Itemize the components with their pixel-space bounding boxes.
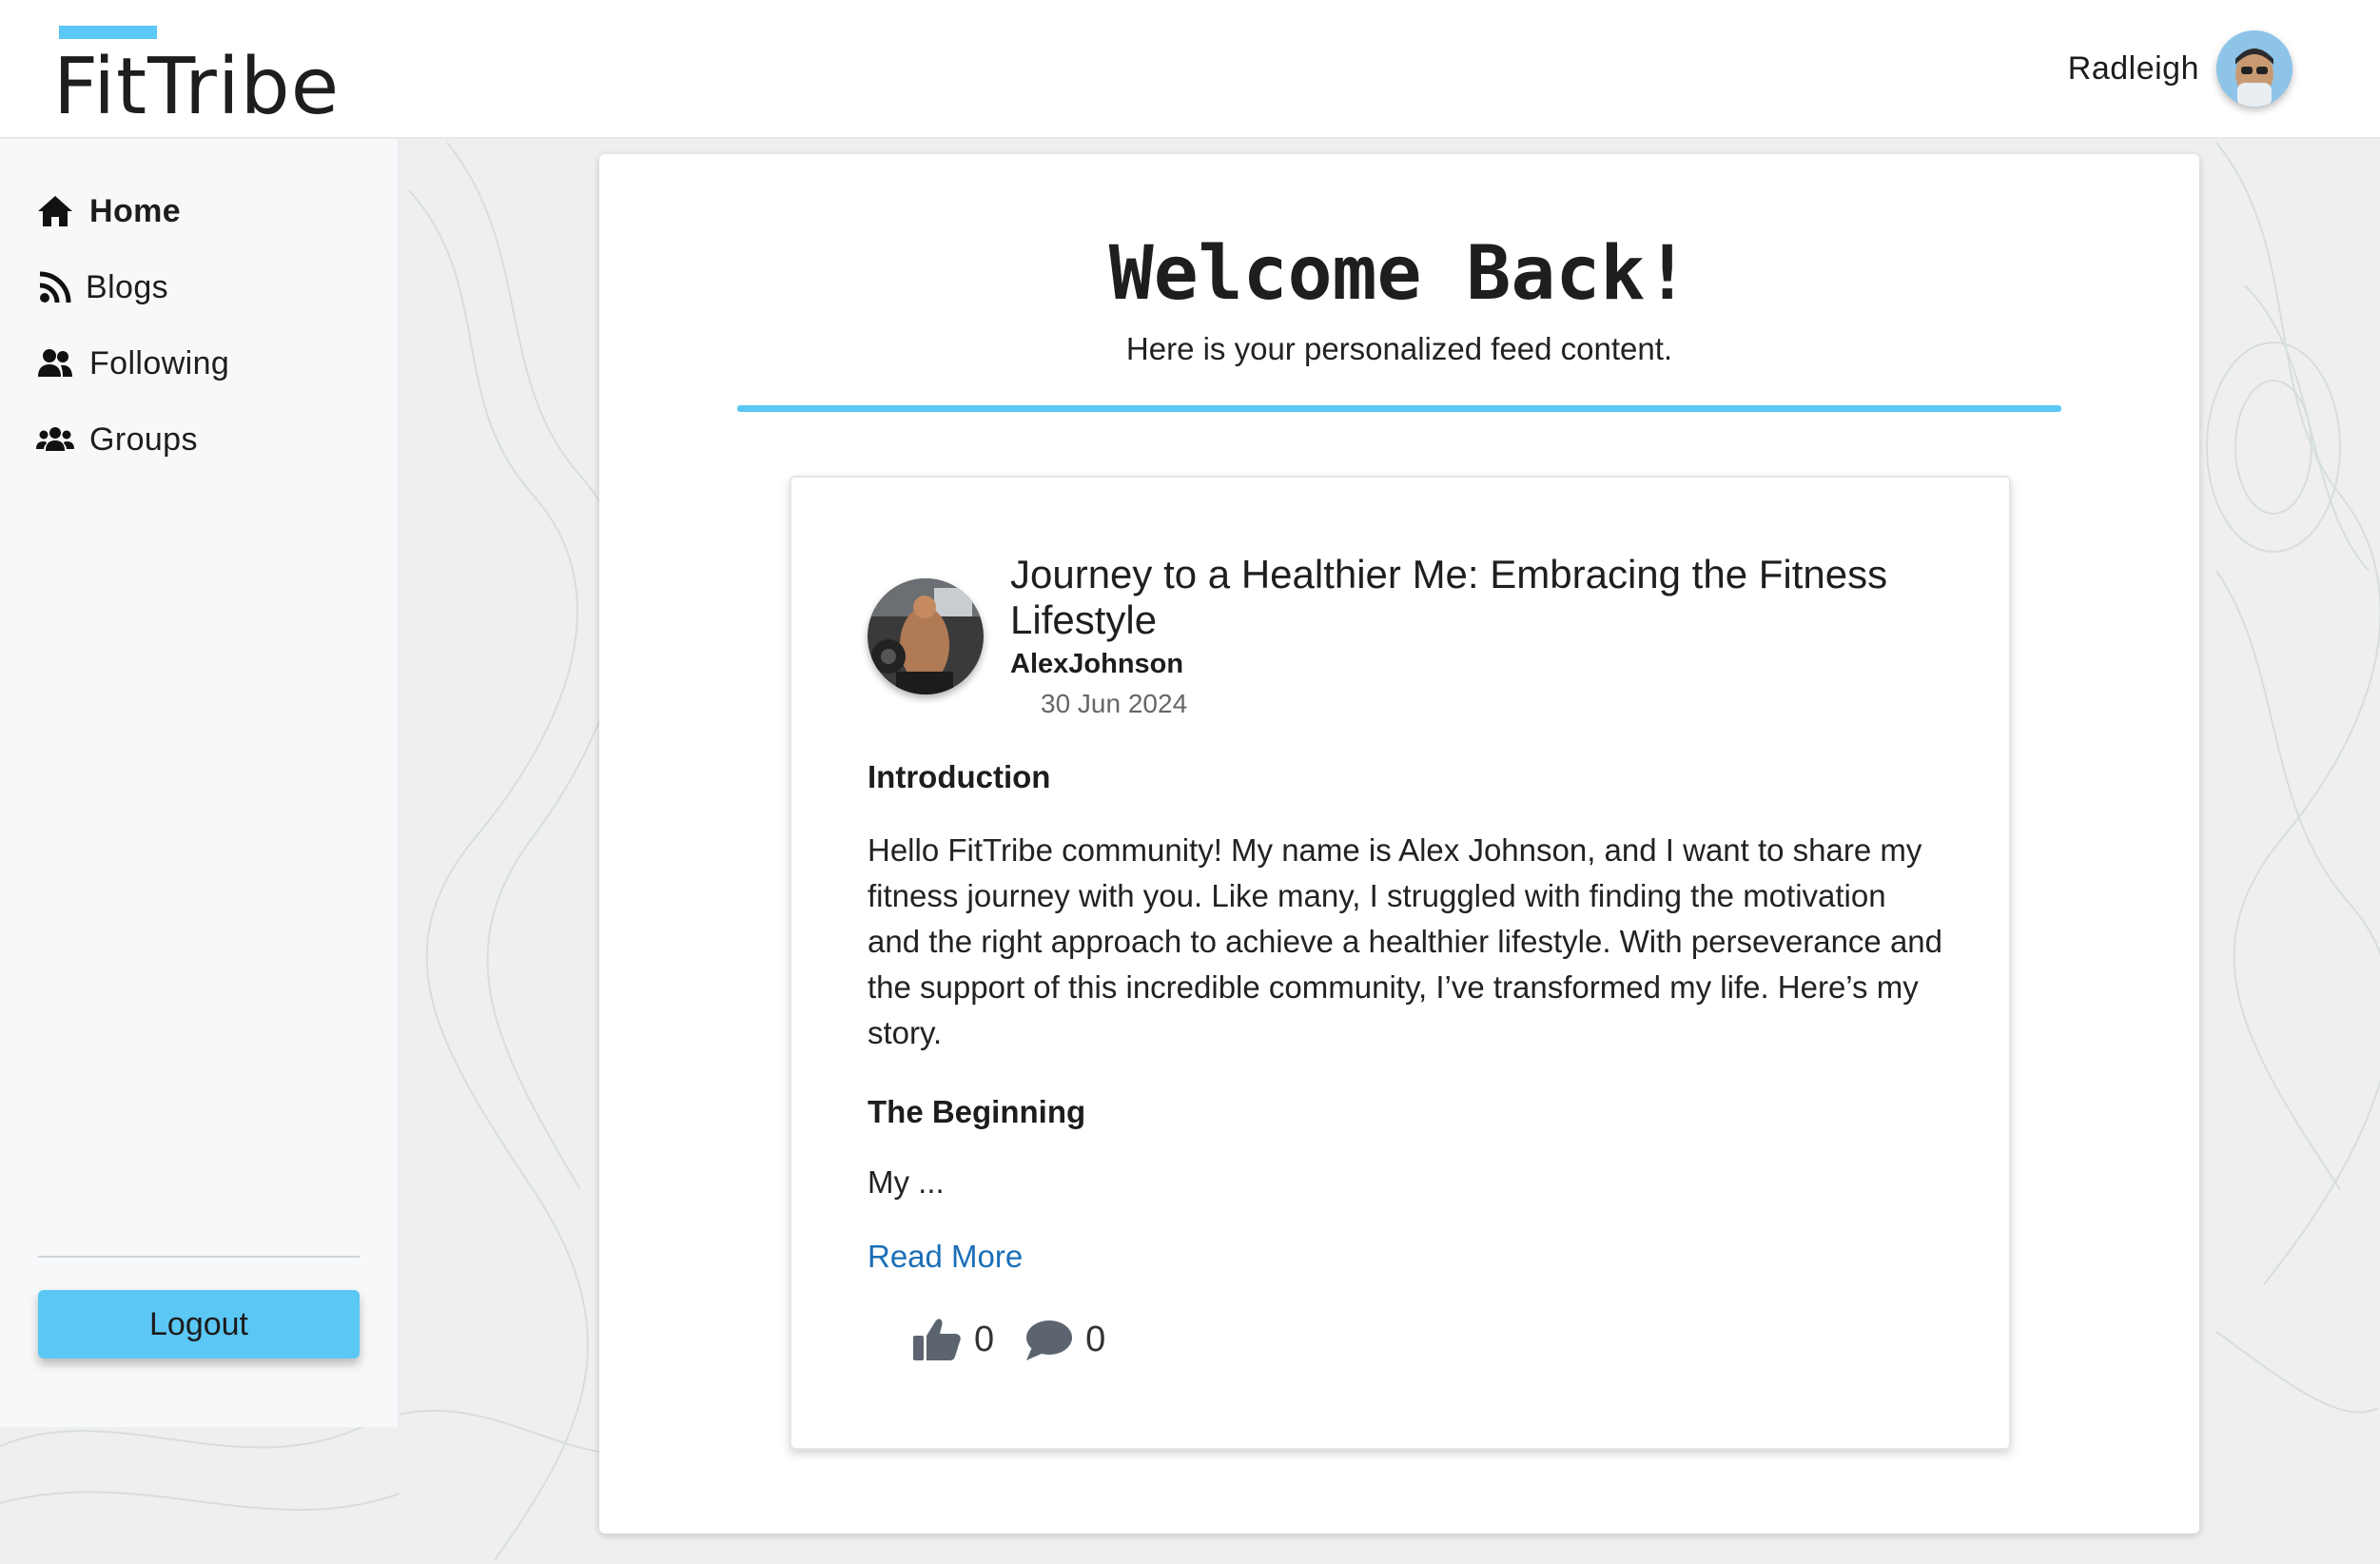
app-logo[interactable]: FitTribe [53,42,340,133]
post-paragraph: My ... [868,1164,945,1200]
comment-button[interactable]: 0 [1023,1317,1105,1362]
page-title: Welcome Back! [1108,231,1690,317]
author-avatar[interactable] [868,578,984,694]
home-icon [38,196,72,226]
thumbs-up-icon [913,1319,961,1360]
title-underline [737,405,2061,412]
sidebar-item-label: Following [89,344,230,381]
sidebar-divider [38,1256,360,1258]
like-button[interactable]: 0 [911,1317,994,1362]
sidebar: Home Blogs Following Groups Logout [0,139,400,1427]
comment-icon [1026,1320,1073,1360]
post-stats: 0 0 [911,1317,1105,1362]
sidebar-item-groups[interactable]: Groups [36,420,198,459]
user-friends-icon [38,349,72,377]
like-count: 0 [974,1319,995,1359]
post-paragraph: Hello FitTribe community! My name is Ale… [868,832,1943,1050]
post-heading: The Beginning [868,1094,1086,1129]
sidebar-item-following[interactable]: Following [36,344,229,382]
sidebar-item-home[interactable]: Home [36,192,181,230]
sidebar-item-label: Blogs [86,268,169,305]
rss-icon [39,271,71,303]
logout-button[interactable]: Logout [38,1290,360,1359]
post-author[interactable]: AlexJohnson [1010,649,1183,680]
sidebar-item-label: Home [89,192,182,229]
memoji-avatar-icon[interactable] [2216,30,2292,107]
feed-card: Welcome Back! Here is your personalized … [599,154,2199,1534]
users-icon [36,427,74,451]
sidebar-item-blogs[interactable]: Blogs [36,268,168,306]
post-heading: Introduction [868,759,1051,794]
blog-post-card: Journey to a Healthier Me: Embracing the… [790,476,2011,1450]
user-name: Radleigh [2067,49,2199,87]
read-more-link[interactable]: Read More [868,1239,1023,1275]
comment-count: 0 [1085,1319,1106,1359]
post-title[interactable]: Journey to a Healthier Me: Embracing the… [1010,552,1923,643]
logo-accent-bar [59,26,157,39]
top-navbar: FitTribe Radleigh [0,0,2380,139]
user-menu[interactable]: Radleigh [2068,30,2292,107]
post-date: 30 Jun 2024 [1041,689,1188,718]
sidebar-item-label: Groups [89,420,198,458]
page-subtitle: Here is your personalized feed content. [1125,331,1673,366]
